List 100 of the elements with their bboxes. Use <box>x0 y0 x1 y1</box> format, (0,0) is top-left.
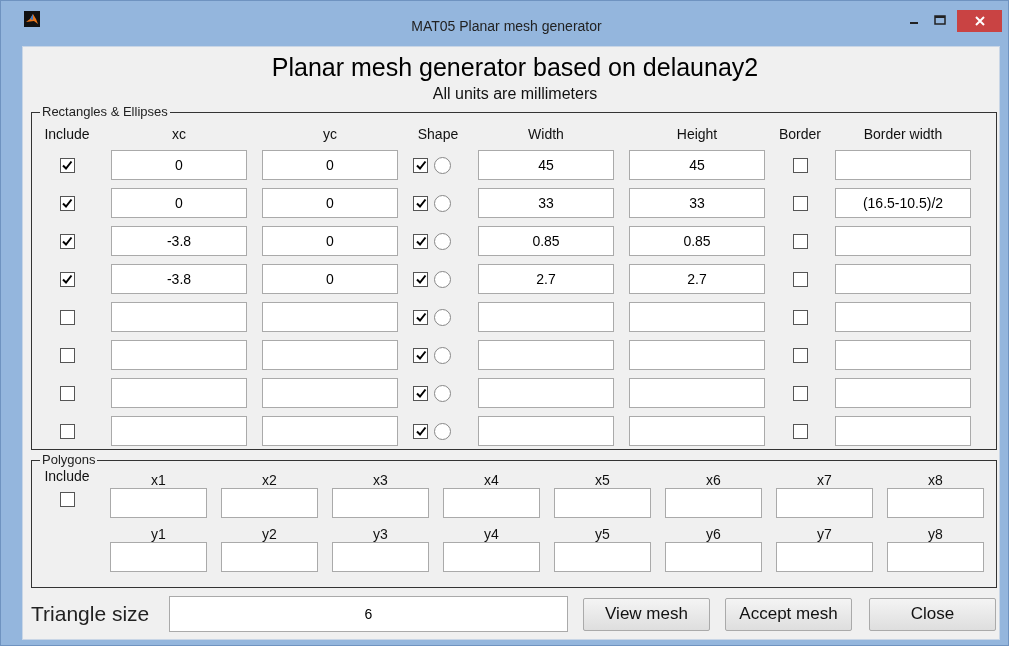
input-field[interactable] <box>835 302 971 332</box>
input-field[interactable] <box>111 302 247 332</box>
accept-mesh-button[interactable]: Accept mesh <box>725 597 852 631</box>
input-field[interactable] <box>262 378 398 408</box>
radio-button[interactable] <box>434 232 451 250</box>
input-field[interactable]: 33 <box>629 188 765 218</box>
checkbox[interactable] <box>413 385 428 401</box>
input-field[interactable] <box>443 542 540 572</box>
input-field[interactable]: 0 <box>262 188 398 218</box>
input-field[interactable] <box>554 542 651 572</box>
radio-button[interactable] <box>434 422 451 440</box>
input-field[interactable] <box>835 340 971 370</box>
radio-button[interactable] <box>434 156 451 174</box>
checkbox[interactable] <box>59 385 75 401</box>
input-field[interactable]: -3.8 <box>111 264 247 294</box>
checkbox[interactable] <box>792 423 808 439</box>
input-field[interactable]: (16.5-10.5)/2 <box>835 188 971 218</box>
checkbox[interactable] <box>792 195 808 211</box>
input-field[interactable] <box>262 416 398 446</box>
close-dialog-button[interactable]: Close <box>869 597 996 631</box>
input-field[interactable] <box>111 416 247 446</box>
checkbox[interactable] <box>59 309 75 325</box>
input-field[interactable] <box>443 488 540 518</box>
input-field[interactable] <box>776 542 873 572</box>
input-field[interactable]: 45 <box>629 150 765 180</box>
column-header: x8 <box>928 472 943 488</box>
checkbox[interactable] <box>792 347 808 363</box>
radio-button[interactable] <box>434 270 451 288</box>
checkbox[interactable] <box>59 195 75 211</box>
input-field[interactable] <box>262 302 398 332</box>
input-field[interactable] <box>332 488 429 518</box>
input-field[interactable]: 2.7 <box>478 264 614 294</box>
input-field[interactable] <box>221 488 318 518</box>
input-field[interactable] <box>221 542 318 572</box>
input-field[interactable] <box>478 416 614 446</box>
input-field[interactable] <box>665 488 762 518</box>
checkbox[interactable] <box>413 423 428 439</box>
input-field[interactable]: -3.8 <box>111 226 247 256</box>
input-field[interactable] <box>262 340 398 370</box>
checkbox[interactable] <box>792 385 808 401</box>
input-field[interactable] <box>629 302 765 332</box>
checkbox[interactable] <box>59 347 75 363</box>
input-field[interactable]: 2.7 <box>629 264 765 294</box>
checkbox[interactable] <box>413 309 428 325</box>
input-field[interactable]: 0 <box>262 264 398 294</box>
input-field[interactable] <box>110 488 207 518</box>
checkbox[interactable] <box>59 233 75 249</box>
input-field[interactable] <box>111 340 247 370</box>
view-mesh-button[interactable]: View mesh <box>583 597 710 631</box>
input-field[interactable] <box>835 264 971 294</box>
input-field[interactable] <box>887 542 984 572</box>
checkbox[interactable] <box>413 233 428 249</box>
checkbox[interactable] <box>413 157 428 173</box>
input-field[interactable]: 0.85 <box>629 226 765 256</box>
input-field[interactable] <box>554 488 651 518</box>
checkbox[interactable] <box>792 233 808 249</box>
triangle-size-field[interactable]: 6 <box>169 596 568 632</box>
checkbox[interactable] <box>59 271 75 287</box>
input-field[interactable]: 0 <box>262 150 398 180</box>
column-header: Include <box>44 126 90 142</box>
input-field[interactable] <box>776 488 873 518</box>
checkbox[interactable] <box>413 347 428 363</box>
checkbox[interactable] <box>59 157 75 173</box>
input-field[interactable]: 33 <box>478 188 614 218</box>
input-field[interactable] <box>332 542 429 572</box>
checkbox[interactable] <box>413 271 428 287</box>
checkbox[interactable] <box>792 309 808 325</box>
checkbox[interactable] <box>59 492 75 507</box>
input-field[interactable]: 0 <box>111 150 247 180</box>
input-field[interactable]: 0 <box>111 188 247 218</box>
input-field[interactable] <box>478 378 614 408</box>
close-button[interactable] <box>957 10 1002 32</box>
input-field[interactable] <box>629 416 765 446</box>
input-field[interactable] <box>835 378 971 408</box>
input-field[interactable] <box>835 226 971 256</box>
input-field[interactable] <box>629 378 765 408</box>
input-field[interactable]: 45 <box>478 150 614 180</box>
radio-button[interactable] <box>434 308 451 326</box>
input-field[interactable] <box>835 150 971 180</box>
input-field[interactable] <box>111 378 247 408</box>
radio-button[interactable] <box>434 346 451 364</box>
checkbox[interactable] <box>413 195 428 211</box>
radio-button[interactable] <box>434 194 451 212</box>
column-header: y1 <box>151 526 166 542</box>
input-field[interactable] <box>478 340 614 370</box>
checkbox[interactable] <box>792 157 808 173</box>
field-label: Triangle size <box>31 602 151 626</box>
column-header: Include <box>44 468 90 484</box>
checkbox[interactable] <box>792 271 808 287</box>
input-field[interactable] <box>665 542 762 572</box>
radio-button[interactable] <box>434 384 451 402</box>
input-field[interactable]: 0 <box>262 226 398 256</box>
input-field[interactable] <box>835 416 971 446</box>
input-field[interactable] <box>478 302 614 332</box>
input-field[interactable] <box>887 488 984 518</box>
input-field[interactable]: 0.85 <box>478 226 614 256</box>
input-field[interactable] <box>629 340 765 370</box>
checkbox[interactable] <box>59 423 75 439</box>
column-header: x5 <box>595 472 610 488</box>
input-field[interactable] <box>110 542 207 572</box>
